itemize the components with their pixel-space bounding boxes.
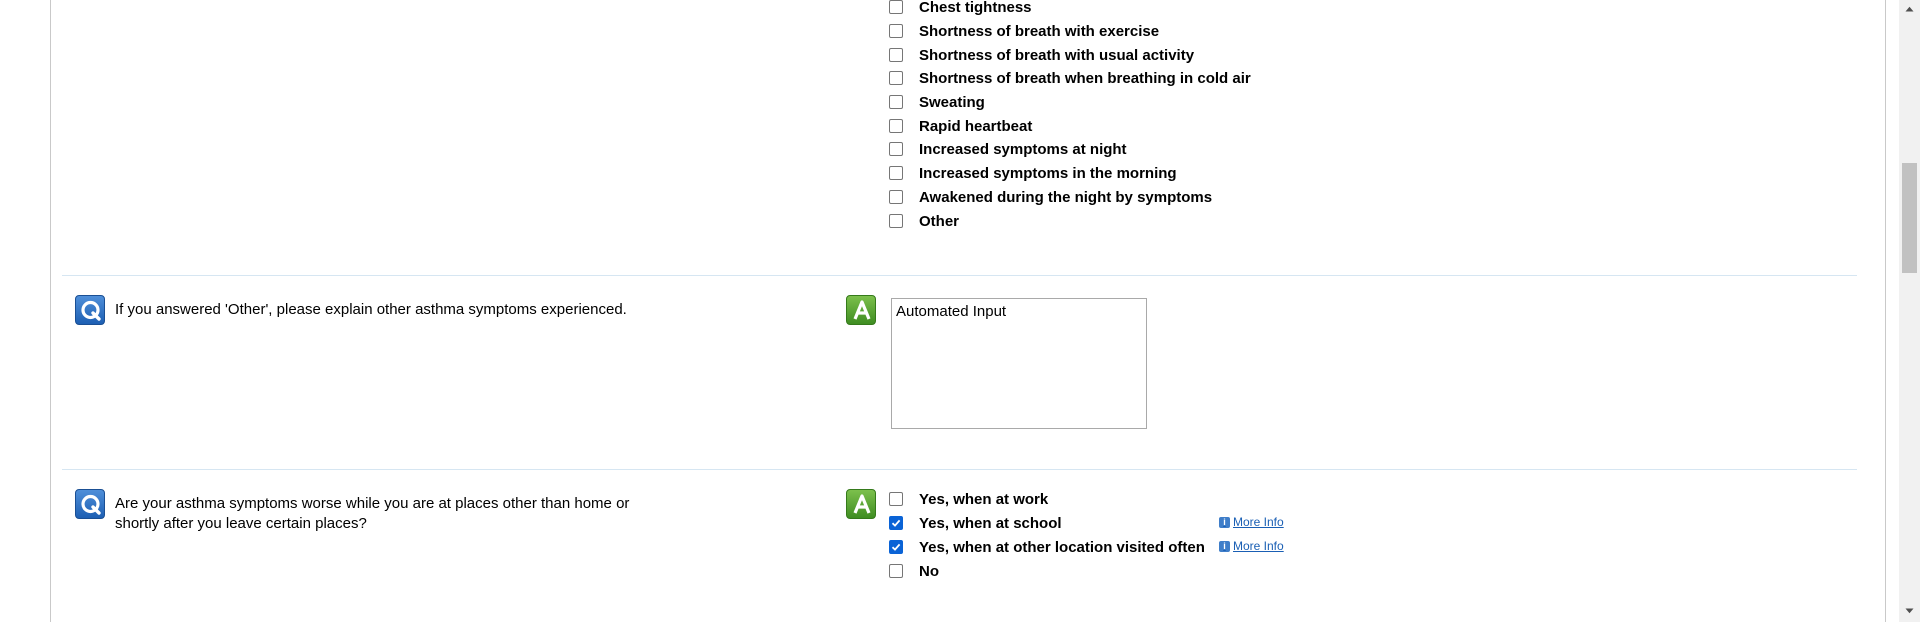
scroll-up-arrow-icon[interactable] xyxy=(1899,0,1920,17)
more-info-link-school[interactable]: i More Info xyxy=(1219,515,1284,529)
other-symptoms-textarea[interactable]: Automated Input xyxy=(891,298,1147,429)
scrollbar-thumb[interactable] xyxy=(1902,163,1917,273)
symptom-label: Shortness of breath when breathing in co… xyxy=(919,69,1251,87)
symptom-checkbox[interactable] xyxy=(889,0,903,14)
info-icon: i xyxy=(1219,516,1230,528)
symptom-checkbox[interactable] xyxy=(889,166,903,180)
symptom-checkbox[interactable] xyxy=(889,95,903,109)
question-text: Are your asthma symptoms worse while you… xyxy=(115,495,630,532)
place-option-school[interactable]: Yes, when at school xyxy=(889,513,1062,533)
symptom-option[interactable]: Shortness of breath with usual activity xyxy=(889,45,1194,65)
symptom-label: Rapid heartbeat xyxy=(919,117,1033,135)
answer-icon xyxy=(846,295,876,325)
symptom-label: Other xyxy=(919,212,960,230)
place-checkbox[interactable] xyxy=(889,492,903,506)
symptom-option[interactable]: Sweating xyxy=(889,92,985,112)
more-info-label[interactable]: More Info xyxy=(1233,539,1284,553)
symptom-checkbox[interactable] xyxy=(889,142,903,156)
place-option-work[interactable]: Yes, when at work xyxy=(889,489,1048,509)
place-label: No xyxy=(919,562,939,580)
place-option-no[interactable]: No xyxy=(889,561,939,581)
symptom-label: Chest tightness xyxy=(919,0,1032,16)
scroll-down-arrow-icon[interactable] xyxy=(1899,602,1920,619)
more-info-link-other-location[interactable]: i More Info xyxy=(1219,539,1284,553)
info-icon: i xyxy=(1219,540,1230,552)
symptom-label: Awakened during the night by symptoms xyxy=(919,188,1213,206)
symptom-option[interactable]: Increased symptoms at night xyxy=(889,139,1127,159)
place-checkbox[interactable] xyxy=(889,540,903,554)
place-label: Yes, when at school xyxy=(919,514,1062,532)
place-checkbox[interactable] xyxy=(889,516,903,530)
symptom-checkbox[interactable] xyxy=(889,71,903,85)
answer-icon xyxy=(846,489,876,519)
symptom-label: Sweating xyxy=(919,93,985,111)
vertical-scrollbar[interactable] xyxy=(1899,0,1920,622)
symptom-label: Increased symptoms at night xyxy=(919,140,1127,158)
more-info-label[interactable]: More Info xyxy=(1233,515,1284,529)
symptom-option[interactable]: Chest tightness xyxy=(889,0,1032,17)
place-label: Yes, when at other location visited ofte… xyxy=(919,538,1205,556)
question-text: If you answered 'Other', please explain … xyxy=(115,301,627,318)
symptom-option[interactable]: Shortness of breath when breathing in co… xyxy=(889,68,1251,88)
symptom-checkbox[interactable] xyxy=(889,190,903,204)
place-checkbox[interactable] xyxy=(889,564,903,578)
symptom-checkbox[interactable] xyxy=(889,119,903,133)
symptom-option[interactable]: Shortness of breath with exercise xyxy=(889,21,1159,41)
question-icon xyxy=(75,489,105,519)
symptom-option[interactable]: Awakened during the night by symptoms xyxy=(889,187,1212,207)
symptom-label: Shortness of breath with usual activity xyxy=(919,46,1195,64)
symptom-checkbox[interactable] xyxy=(889,48,903,62)
symptom-option[interactable]: Other xyxy=(889,211,959,231)
place-option-other-location[interactable]: Yes, when at other location visited ofte… xyxy=(889,537,1205,557)
symptom-label: Increased symptoms in the morning xyxy=(919,164,1177,182)
place-label: Yes, when at work xyxy=(919,490,1049,508)
section-divider xyxy=(62,275,1857,276)
section-divider xyxy=(62,469,1857,470)
symptom-label: Shortness of breath with exercise xyxy=(919,22,1160,40)
question-icon xyxy=(75,295,105,325)
symptom-option[interactable]: Increased symptoms in the morning xyxy=(889,163,1177,183)
symptom-option[interactable]: Rapid heartbeat xyxy=(889,116,1032,136)
symptom-checkbox[interactable] xyxy=(889,24,903,38)
symptom-checkbox[interactable] xyxy=(889,214,903,228)
